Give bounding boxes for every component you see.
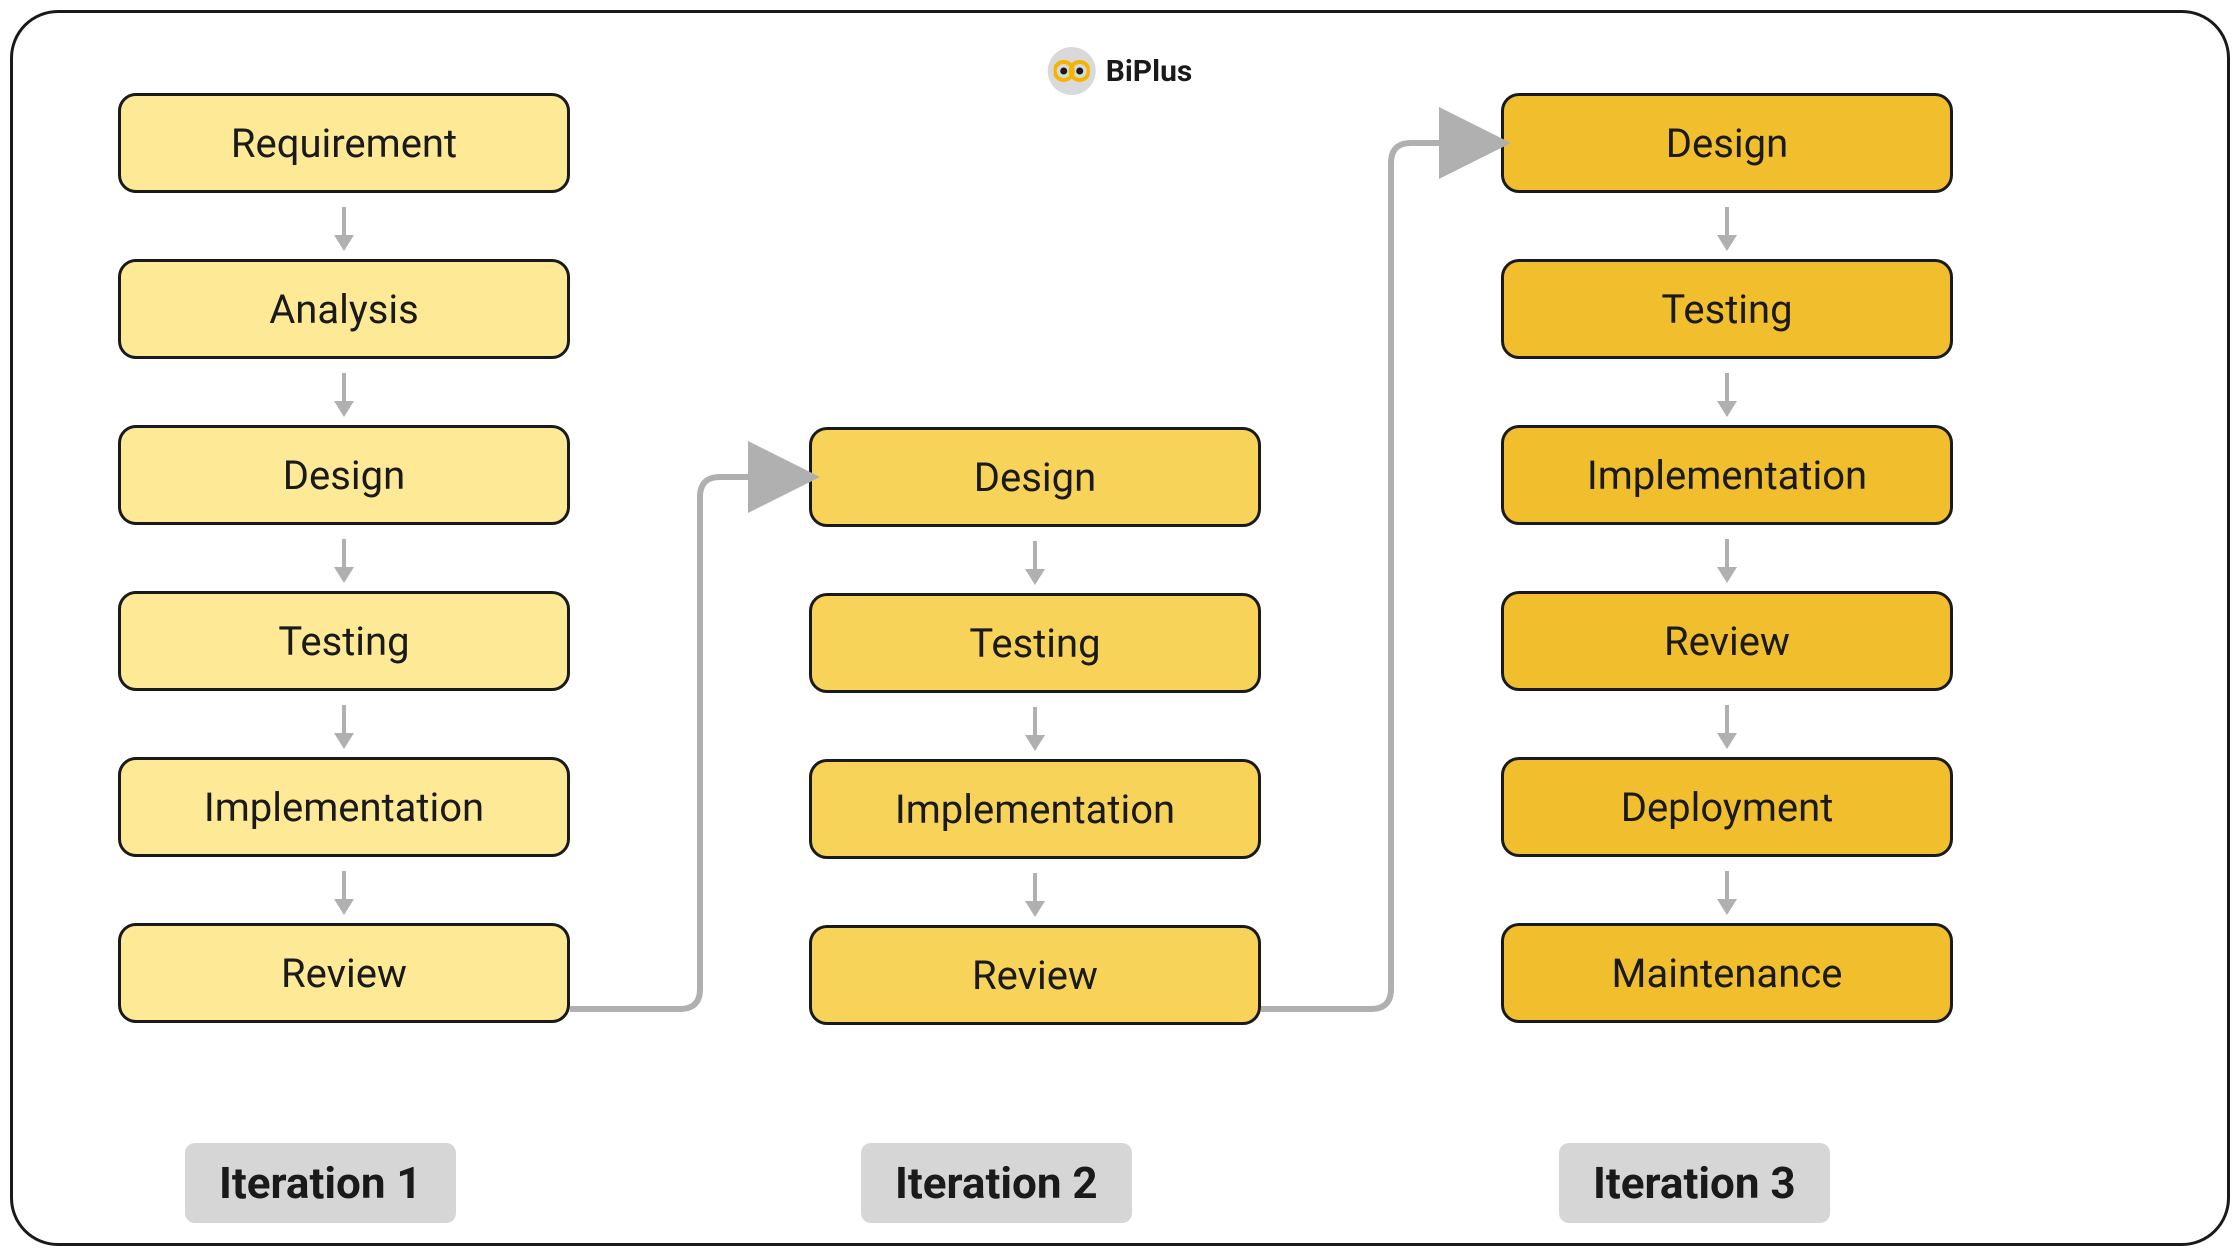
- step-label: Design: [1666, 120, 1788, 167]
- connector-arrow-2-3: [1261, 93, 1513, 1049]
- arrow-down-icon: [1033, 873, 1037, 903]
- step-label: Testing: [278, 618, 409, 665]
- iteration-3-column: Design Testing Implementation Review Dep…: [1501, 93, 1953, 1023]
- logo-text: BiPlus: [1106, 54, 1193, 89]
- step-label: Implementation: [1587, 452, 1867, 499]
- step-box: Review: [1501, 591, 1953, 691]
- step-label: Maintenance: [1612, 950, 1843, 997]
- step-box: Deployment: [1501, 757, 1953, 857]
- step-label: Deployment: [1621, 784, 1834, 831]
- iteration-3-label: Iteration 3: [1559, 1143, 1830, 1223]
- arrow-down-icon: [1725, 705, 1729, 735]
- owl-eyes-icon: [1048, 47, 1096, 95]
- step-label: Design: [974, 454, 1096, 501]
- iteration-2-column: Design Testing Implementation Review: [809, 427, 1261, 1025]
- arrow-down-icon: [1725, 871, 1729, 901]
- step-box: Implementation: [118, 757, 570, 857]
- step-label: Testing: [969, 620, 1100, 667]
- step-box: Testing: [809, 593, 1261, 693]
- step-label: Review: [281, 950, 407, 997]
- arrow-down-icon: [1033, 541, 1037, 571]
- arrow-down-icon: [342, 871, 346, 901]
- step-label: Implementation: [204, 784, 484, 831]
- step-box: Review: [809, 925, 1261, 1025]
- step-label: Testing: [1661, 286, 1792, 333]
- step-box: Analysis: [118, 259, 570, 359]
- iteration-1-column: Requirement Analysis Design Testing Impl…: [118, 93, 570, 1023]
- diagram-frame: BiPlus Requirement Analysis Design Testi…: [10, 10, 2230, 1246]
- arrow-down-icon: [1725, 207, 1729, 237]
- step-box: Maintenance: [1501, 923, 1953, 1023]
- step-box: Testing: [1501, 259, 1953, 359]
- logo: BiPlus: [1048, 47, 1193, 95]
- step-label: Review: [1664, 618, 1790, 665]
- arrow-down-icon: [342, 373, 346, 403]
- step-box: Design: [1501, 93, 1953, 193]
- step-label: Implementation: [895, 786, 1175, 833]
- step-box: Implementation: [1501, 425, 1953, 525]
- step-label: Requirement: [231, 120, 457, 167]
- step-box: Testing: [118, 591, 570, 691]
- arrow-down-icon: [1033, 707, 1037, 737]
- arrow-down-icon: [1725, 373, 1729, 403]
- connector-arrow-1-2: [570, 427, 822, 1049]
- step-box: Implementation: [809, 759, 1261, 859]
- arrow-down-icon: [342, 705, 346, 735]
- step-box: Requirement: [118, 93, 570, 193]
- step-box: Design: [809, 427, 1261, 527]
- step-label: Review: [972, 952, 1098, 999]
- step-box: Review: [118, 923, 570, 1023]
- iteration-2-label: Iteration 2: [861, 1143, 1132, 1223]
- arrow-down-icon: [1725, 539, 1729, 569]
- iteration-1-label: Iteration 1: [185, 1143, 456, 1223]
- step-box: Design: [118, 425, 570, 525]
- arrow-down-icon: [342, 207, 346, 237]
- step-label: Design: [283, 452, 405, 499]
- arrow-down-icon: [342, 539, 346, 569]
- step-label: Analysis: [269, 286, 419, 333]
